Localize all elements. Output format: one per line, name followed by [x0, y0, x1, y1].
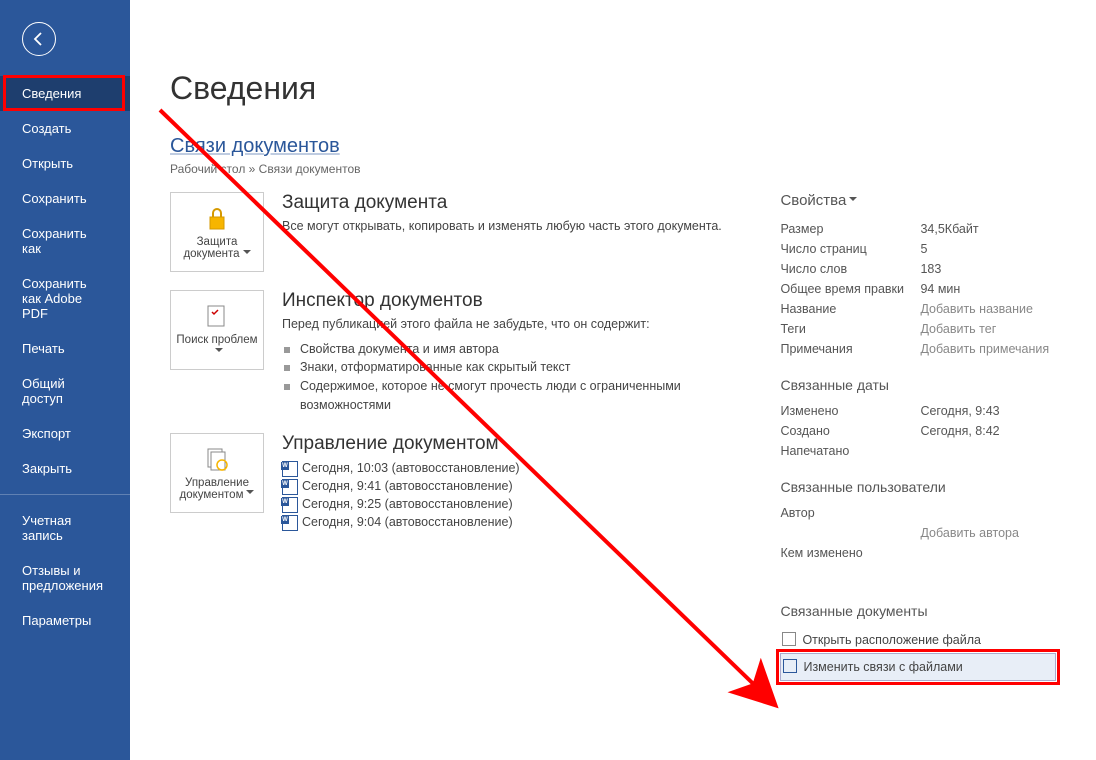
back-button[interactable] [22, 22, 56, 56]
related-dates-head: Связанные даты [780, 377, 1056, 393]
user-row: Кем изменено [780, 543, 1056, 563]
related-docs-head: Связанные документы [780, 603, 1056, 619]
inspect-bullet: Свойства документа и имя автора [282, 340, 760, 359]
sidebar-item-info[interactable]: Сведения [0, 76, 130, 111]
protect-button-label: Защита документа [173, 236, 261, 260]
lock-icon [202, 204, 232, 232]
sidebar-item-close[interactable]: Закрыть [0, 451, 130, 486]
properties-dropdown[interactable]: Свойства [780, 192, 1056, 209]
edit-file-links-link[interactable]: Изменить связи с файлами [780, 653, 1056, 681]
checklist-icon [202, 302, 232, 330]
protect-section: Защита документа Защита документа Все мо… [170, 192, 760, 272]
user-row: Автор [780, 503, 1056, 523]
autorecover-item[interactable]: Сегодня, 10:03 (автовосстановление) [282, 459, 760, 477]
prop-row: ТегиДобавить тег [780, 319, 1056, 339]
check-issues-button[interactable]: Поиск проблем [170, 290, 264, 370]
user-row: Добавить автора [780, 523, 1056, 543]
sidebar-separator [0, 494, 130, 495]
sidebar-item-print[interactable]: Печать [0, 331, 130, 366]
sidebar-item-open[interactable]: Открыть [0, 146, 130, 181]
sidebar-item-new[interactable]: Создать [0, 111, 130, 146]
manage-document-button[interactable]: Управление документом [170, 433, 264, 513]
date-row: Напечатано [780, 441, 1056, 461]
breadcrumb: Рабочий стол » Связи документов [170, 162, 1056, 176]
document-title-link[interactable]: Связи документов [170, 135, 1056, 158]
sidebar-item-saveas[interactable]: Сохранить как [0, 216, 130, 266]
document-stack-icon [202, 445, 232, 473]
date-row: СозданоСегодня, 8:42 [780, 421, 1056, 441]
sidebar-item-export[interactable]: Экспорт [0, 416, 130, 451]
protect-document-button[interactable]: Защита документа [170, 192, 264, 272]
autorecover-item[interactable]: Сегодня, 9:04 (автовосстановление) [282, 513, 760, 531]
manage-section: Управление документом Управление докумен… [170, 433, 760, 531]
sidebar-item-save[interactable]: Сохранить [0, 181, 130, 216]
prop-row: Число слов183 [780, 259, 1056, 279]
sidebar-item-account[interactable]: Учетная запись [0, 503, 130, 553]
inspect-bullet: Содержимое, которое не смогут прочесть л… [282, 377, 760, 415]
check-button-label: Поиск проблем [173, 334, 261, 358]
autorecover-item[interactable]: Сегодня, 9:25 (автовосстановление) [282, 495, 760, 513]
date-row: ИзмененоСегодня, 9:43 [780, 401, 1056, 421]
prop-row: Число страниц5 [780, 239, 1056, 259]
center-column: Защита документа Защита документа Все мо… [170, 192, 760, 681]
autorecover-item[interactable]: Сегодня, 9:41 (автовосстановление) [282, 477, 760, 495]
right-column: Свойства Размер34,5Кбайт Число страниц5 … [780, 192, 1056, 681]
link-icon [783, 659, 797, 673]
arrow-left-icon [30, 30, 48, 48]
manage-title: Управление документом [282, 433, 760, 455]
main-panel: Сведения Связи документов Рабочий стол »… [130, 0, 1096, 760]
inspect-title: Инспектор документов [282, 290, 760, 312]
prop-row: Размер34,5Кбайт [780, 219, 1056, 239]
manage-button-label: Управление документом [173, 477, 261, 501]
sidebar-item-options[interactable]: Параметры [0, 603, 130, 638]
open-file-location-link[interactable]: Открыть расположение файла [780, 627, 1056, 653]
prop-row: ПримечанияДобавить примечания [780, 339, 1056, 359]
protect-title: Защита документа [282, 192, 760, 214]
prop-row: НазваниеДобавить название [780, 299, 1056, 319]
related-users-head: Связанные пользователи [780, 479, 1056, 495]
inspect-desc: Перед публикацией этого файла не забудьт… [282, 316, 760, 334]
backstage-sidebar: Сведения Создать Открыть Сохранить Сохра… [0, 0, 130, 760]
sidebar-item-share[interactable]: Общий доступ [0, 366, 130, 416]
folder-icon [782, 632, 796, 646]
inspect-bullet: Знаки, отформатированные как скрытый тек… [282, 358, 760, 377]
sidebar-item-feedback[interactable]: Отзывы и предложения [0, 553, 130, 603]
inspect-section: Поиск проблем Инспектор документов Перед… [170, 290, 760, 415]
prop-row: Общее время правки94 мин [780, 279, 1056, 299]
page-title: Сведения [170, 70, 1056, 107]
sidebar-item-saveas-pdf[interactable]: Сохранить как Adobe PDF [0, 266, 130, 331]
protect-desc: Все могут открывать, копировать и изменя… [282, 218, 760, 236]
